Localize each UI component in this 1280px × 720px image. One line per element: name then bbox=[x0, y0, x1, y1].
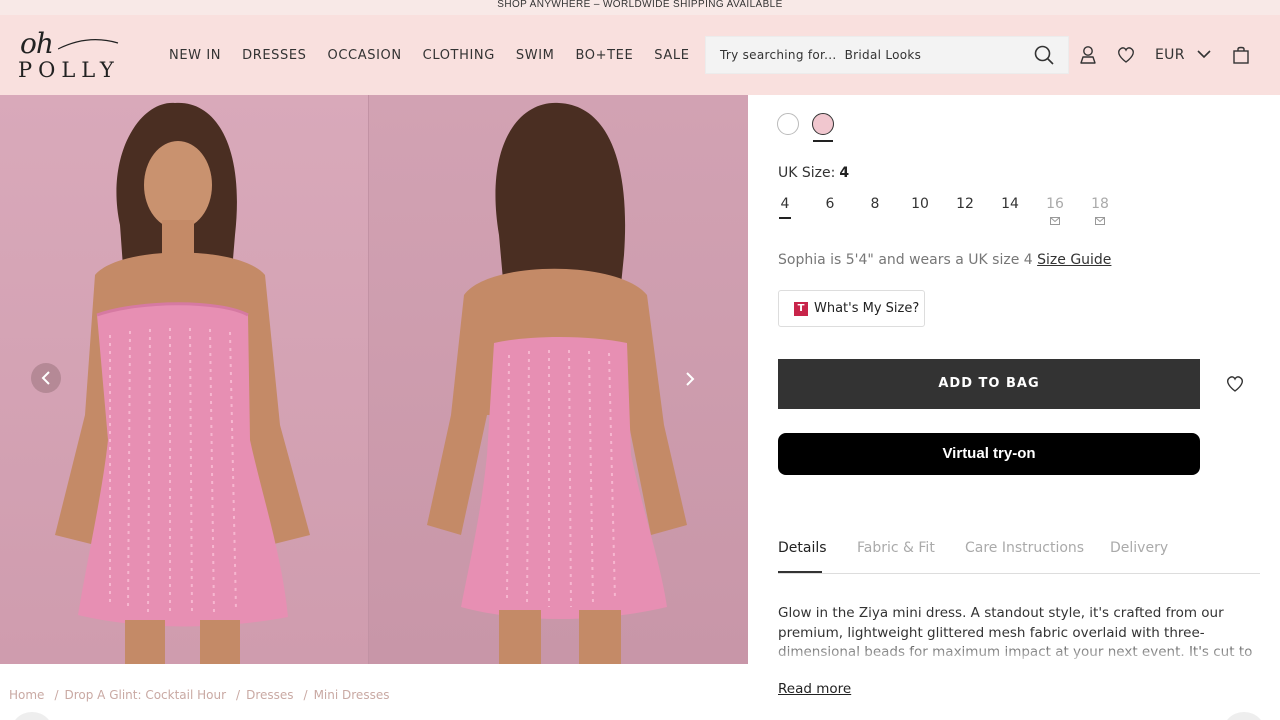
whats-my-size-button[interactable]: T What's My Size? bbox=[778, 290, 925, 327]
color-swatch-pink[interactable] bbox=[812, 113, 834, 135]
currency-selector[interactable]: EUR bbox=[1155, 47, 1185, 63]
breadcrumb-mini-dresses[interactable]: Mini Dresses bbox=[314, 688, 390, 702]
selected-size-value: 4 bbox=[839, 165, 850, 181]
tab-details[interactable]: Details bbox=[778, 540, 827, 556]
true-fit-logo-icon: T bbox=[794, 302, 808, 316]
model-info-text: Sophia is 5'4" and wears a UK size 4 bbox=[778, 252, 1033, 268]
nav-swim[interactable]: SWIM bbox=[516, 48, 555, 63]
gallery-prev-button[interactable] bbox=[31, 363, 61, 393]
nav-sale[interactable]: SALE bbox=[654, 48, 689, 63]
scroll-hint-right bbox=[1222, 712, 1266, 720]
scroll-hint-left bbox=[10, 712, 54, 720]
size-option-10[interactable]: 10 bbox=[908, 196, 932, 212]
breadcrumb-home[interactable]: Home bbox=[9, 688, 44, 702]
breadcrumb-separator: / bbox=[303, 688, 308, 702]
logo-swash bbox=[58, 39, 119, 50]
size-option-8[interactable]: 8 bbox=[863, 196, 887, 212]
notify-mail-icon bbox=[1050, 217, 1060, 225]
breadcrumb-collection[interactable]: Drop A Glint: Cocktail Hour bbox=[64, 688, 226, 702]
description-fade bbox=[778, 640, 1262, 664]
size-option-16[interactable]: 16 bbox=[1043, 196, 1067, 225]
nav-occasion[interactable]: OCCASION bbox=[328, 48, 402, 63]
brand-logo[interactable]: oh POLLY bbox=[18, 27, 123, 83]
active-tab-indicator bbox=[778, 571, 822, 573]
nav-dresses[interactable]: DRESSES bbox=[242, 48, 306, 63]
breadcrumb-separator: / bbox=[236, 688, 241, 702]
size-option-18[interactable]: 18 bbox=[1088, 196, 1112, 225]
chevron-right-icon bbox=[686, 372, 695, 386]
breadcrumb-dresses[interactable]: Dresses bbox=[246, 688, 293, 702]
size-option-12[interactable]: 12 bbox=[953, 196, 977, 212]
logo-polly: POLLY bbox=[18, 58, 120, 82]
search-placeholder: Try searching for... Bridal Looks bbox=[720, 48, 921, 62]
size-option-4[interactable]: 4 bbox=[773, 196, 797, 219]
chevron-down-icon[interactable] bbox=[1196, 46, 1212, 62]
promo-text: SHOP ANYWHERE – WORLDWIDE SHIPPING AVAIL… bbox=[497, 0, 783, 10]
color-swatch-white[interactable] bbox=[777, 113, 799, 135]
site-header: oh POLLY NEW IN DRESSES OCCASION CLOTHIN… bbox=[0, 15, 1280, 95]
selected-swatch-indicator bbox=[813, 140, 833, 142]
breadcrumb: Home / Drop A Glint: Cocktail Hour / Dresses… bbox=[9, 688, 393, 702]
gallery-next-button[interactable] bbox=[676, 365, 704, 393]
bag-icon[interactable] bbox=[1231, 45, 1251, 65]
add-to-wishlist-icon[interactable] bbox=[1225, 374, 1245, 394]
size-18-label: 18 bbox=[1091, 196, 1109, 212]
nav-new-in[interactable]: NEW IN bbox=[169, 48, 221, 63]
tab-delivery[interactable]: Delivery bbox=[1110, 540, 1168, 556]
size-guide-link[interactable]: Size Guide bbox=[1037, 252, 1111, 268]
search-suggestion: Bridal Looks bbox=[844, 48, 922, 62]
product-info-tabs: Details Fabric & Fit Care Instructions D… bbox=[778, 540, 1260, 574]
logo-oh: oh bbox=[20, 27, 54, 60]
wishlist-icon[interactable] bbox=[1116, 45, 1136, 65]
whats-my-size-label: What's My Size? bbox=[814, 301, 920, 316]
search-icon[interactable] bbox=[1034, 45, 1054, 65]
size-option-14[interactable]: 14 bbox=[998, 196, 1022, 212]
nav-clothing[interactable]: CLOTHING bbox=[423, 48, 495, 63]
main-nav: NEW IN DRESSES OCCASION CLOTHING SWIM BO… bbox=[169, 15, 711, 95]
size-label: UK Size: 4 bbox=[778, 165, 849, 181]
promo-banner: SHOP ANYWHERE – WORLDWIDE SHIPPING AVAIL… bbox=[0, 0, 1280, 15]
add-to-bag-button[interactable]: ADD TO BAG bbox=[778, 359, 1200, 409]
tab-fabric-fit[interactable]: Fabric & Fit bbox=[857, 540, 935, 556]
virtual-try-on-button[interactable]: Virtual try-on bbox=[778, 433, 1200, 475]
size-16-label: 16 bbox=[1046, 196, 1064, 212]
search-input[interactable]: Try searching for... Bridal Looks bbox=[705, 36, 1069, 74]
read-more-link[interactable]: Read more bbox=[778, 681, 851, 697]
size-option-6[interactable]: 6 bbox=[818, 196, 842, 212]
search-placeholder-prefix: Try searching for... bbox=[720, 48, 837, 62]
account-icon[interactable] bbox=[1078, 45, 1098, 65]
product-gallery[interactable] bbox=[0, 95, 748, 664]
notify-mail-icon bbox=[1095, 217, 1105, 225]
size-label-text: UK Size: bbox=[778, 165, 836, 181]
tab-care-instructions[interactable]: Care Instructions bbox=[965, 540, 1084, 556]
nav-bo-tee[interactable]: BO+TEE bbox=[575, 48, 633, 63]
model-size-info: Sophia is 5'4" and wears a UK size 4 Siz… bbox=[778, 252, 1111, 268]
breadcrumb-separator: / bbox=[54, 688, 59, 702]
chevron-left-icon bbox=[41, 371, 50, 385]
